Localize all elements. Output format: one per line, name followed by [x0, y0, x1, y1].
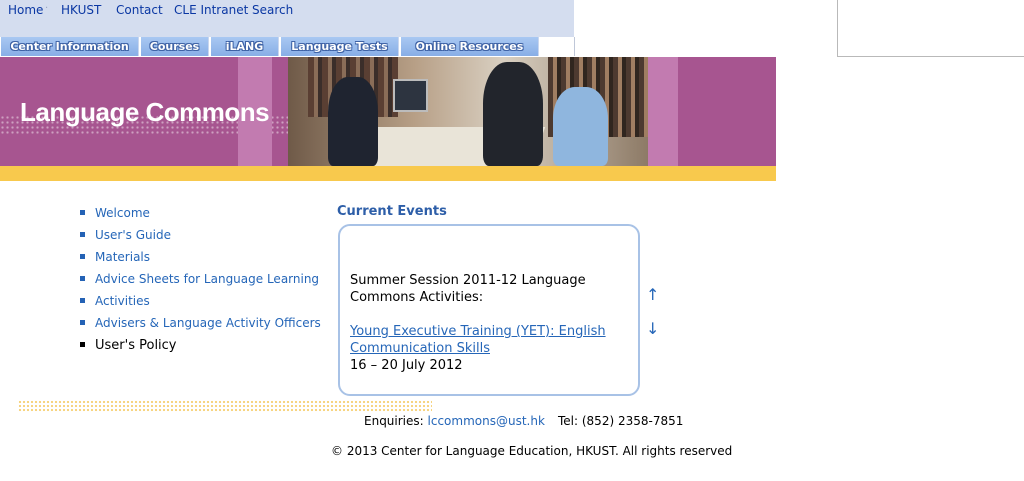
bullet-icon	[80, 298, 85, 303]
main-tab-bar: Center Information Courses iLANG Languag…	[0, 37, 575, 56]
computer-monitor-image	[393, 79, 428, 112]
bullet-icon	[80, 320, 85, 325]
tab-online-resources[interactable]: Online Resources	[401, 37, 539, 56]
menu-item-advice-sheets[interactable]: Advice Sheets for Language Learning	[80, 270, 321, 292]
menu-link[interactable]: Materials	[95, 250, 150, 264]
scroll-up-arrow-icon[interactable]: ↑	[646, 285, 659, 304]
side-menu: Welcome User's Guide Materials Advice Sh…	[80, 204, 321, 358]
top-link-home[interactable]: Home	[8, 3, 43, 17]
menu-item-materials[interactable]: Materials	[80, 248, 321, 270]
tab-courses[interactable]: Courses	[141, 37, 209, 56]
header-banner: Language Commons	[0, 57, 776, 166]
top-link-search[interactable]: Search	[252, 3, 293, 17]
menu-item-users-policy[interactable]: User's Policy	[80, 336, 321, 358]
top-links-bar: Home · HKUST Contact CLE Intranet Search	[0, 0, 574, 37]
bullet-icon	[80, 254, 85, 259]
menu-link[interactable]: Welcome	[95, 206, 150, 220]
tab-ilang[interactable]: iLANG	[211, 37, 279, 56]
banner-stripe	[648, 57, 678, 166]
top-link-contact[interactable]: Contact	[116, 3, 163, 17]
menu-link[interactable]: Activities	[95, 294, 150, 308]
current-events-heading: Current Events	[337, 204, 447, 219]
menu-item-users-guide[interactable]: User's Guide	[80, 226, 321, 248]
top-link-hkust[interactable]: HKUST	[61, 3, 101, 17]
top-link-separator: ·	[45, 3, 49, 14]
footer-dot-pattern	[18, 400, 432, 412]
menu-link[interactable]: User's Policy	[95, 338, 177, 353]
menu-link[interactable]: Advisers & Language Activity Officers	[95, 316, 321, 330]
yellow-divider-bar	[0, 166, 776, 181]
event-date: 16 – 20 July 2012	[350, 358, 463, 373]
menu-item-advisers[interactable]: Advisers & Language Activity Officers	[80, 314, 321, 336]
top-link-cle-intranet[interactable]: CLE Intranet	[174, 3, 248, 17]
scroll-down-arrow-icon[interactable]: ↓	[646, 319, 659, 338]
menu-item-welcome[interactable]: Welcome	[80, 204, 321, 226]
top-right-box	[837, 0, 1024, 57]
telephone-text: Tel: (852) 2358-7851	[558, 414, 684, 428]
student-figure	[553, 87, 608, 166]
event-intro-text: Summer Session 2011-12 Language Commons …	[350, 273, 586, 305]
event-link[interactable]: Young Executive Training (YET): English …	[350, 323, 635, 357]
bullet-icon	[80, 276, 85, 281]
bullet-icon	[80, 342, 85, 347]
student-figure	[328, 77, 378, 166]
banner-photo	[288, 57, 648, 166]
copyright-text: © 2013 Center for Language Education, HK…	[331, 444, 733, 458]
menu-link[interactable]: User's Guide	[95, 228, 171, 242]
page-title: Language Commons	[20, 97, 270, 127]
tab-language-tests[interactable]: Language Tests	[281, 37, 399, 56]
enquiries-line: Enquiries: lccommons@ust.hk	[364, 414, 545, 428]
bullet-icon	[80, 232, 85, 237]
enquiries-label: Enquiries:	[364, 414, 424, 428]
menu-item-activities[interactable]: Activities	[80, 292, 321, 314]
tab-center-information[interactable]: Center Information	[1, 37, 139, 56]
bullet-icon	[80, 210, 85, 215]
email-link[interactable]: lccommons@ust.hk	[428, 414, 545, 428]
current-events-box: Summer Session 2011-12 Language Commons …	[338, 224, 640, 396]
menu-link[interactable]: Advice Sheets for Language Learning	[95, 272, 319, 286]
student-figure	[483, 62, 543, 166]
